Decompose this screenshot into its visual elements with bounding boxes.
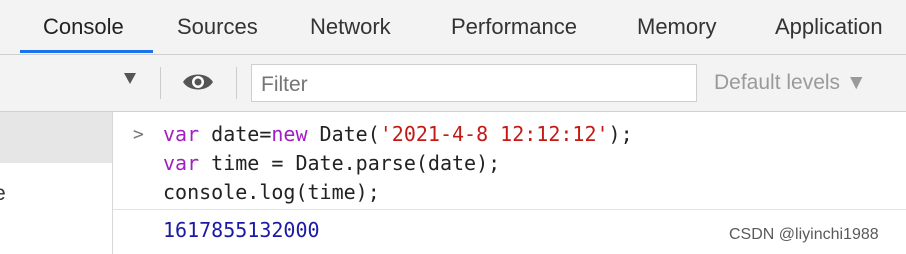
code-text: console.log(time); [163, 180, 380, 204]
sidebar-item-label: e [0, 182, 6, 206]
default-levels-dropdown[interactable]: Default levels ▼ [714, 71, 867, 95]
eye-icon[interactable] [181, 71, 215, 93]
devtools-tab-bar: Console Sources Network Performance Memo… [0, 0, 906, 55]
console-toolbar: Filter Default levels ▼ [0, 55, 906, 112]
code-line: var time = Date.parse(date); [163, 151, 500, 175]
keyword: new [271, 122, 308, 146]
tab-console[interactable]: Console [43, 14, 124, 40]
watermark: CSDN @liyinchi1988 [729, 226, 879, 243]
code-text: Date( [307, 122, 380, 146]
code-line: console.log(time); [163, 180, 380, 204]
input-prompt-icon: > [133, 124, 144, 145]
active-tab-indicator [20, 50, 153, 53]
tab-memory[interactable]: Memory [637, 14, 716, 40]
filter-input[interactable]: Filter [251, 64, 697, 102]
tab-sources[interactable]: Sources [177, 14, 258, 40]
code-text: date= [199, 122, 272, 146]
console-result-value: 1617855132000 [163, 218, 320, 242]
keyword: var [163, 122, 200, 146]
keyword: var [163, 151, 200, 175]
tab-application[interactable]: Application [775, 14, 883, 40]
string-literal: '2021-4-8 12:12:12' [379, 122, 609, 146]
console-sidebar: e [0, 112, 113, 254]
tab-network[interactable]: Network [310, 14, 391, 40]
result-divider [113, 209, 906, 210]
dropdown-arrow-icon[interactable] [124, 73, 136, 84]
code-line: var date=new Date('2021-4-8 12:12:12'); [163, 122, 633, 146]
code-text: ); [608, 122, 633, 146]
toolbar-divider [236, 67, 237, 99]
tab-performance[interactable]: Performance [451, 14, 577, 40]
code-text: time = Date.parse(date); [199, 151, 501, 175]
toolbar-divider [160, 67, 161, 99]
sidebar-selected-item[interactable] [0, 112, 112, 163]
